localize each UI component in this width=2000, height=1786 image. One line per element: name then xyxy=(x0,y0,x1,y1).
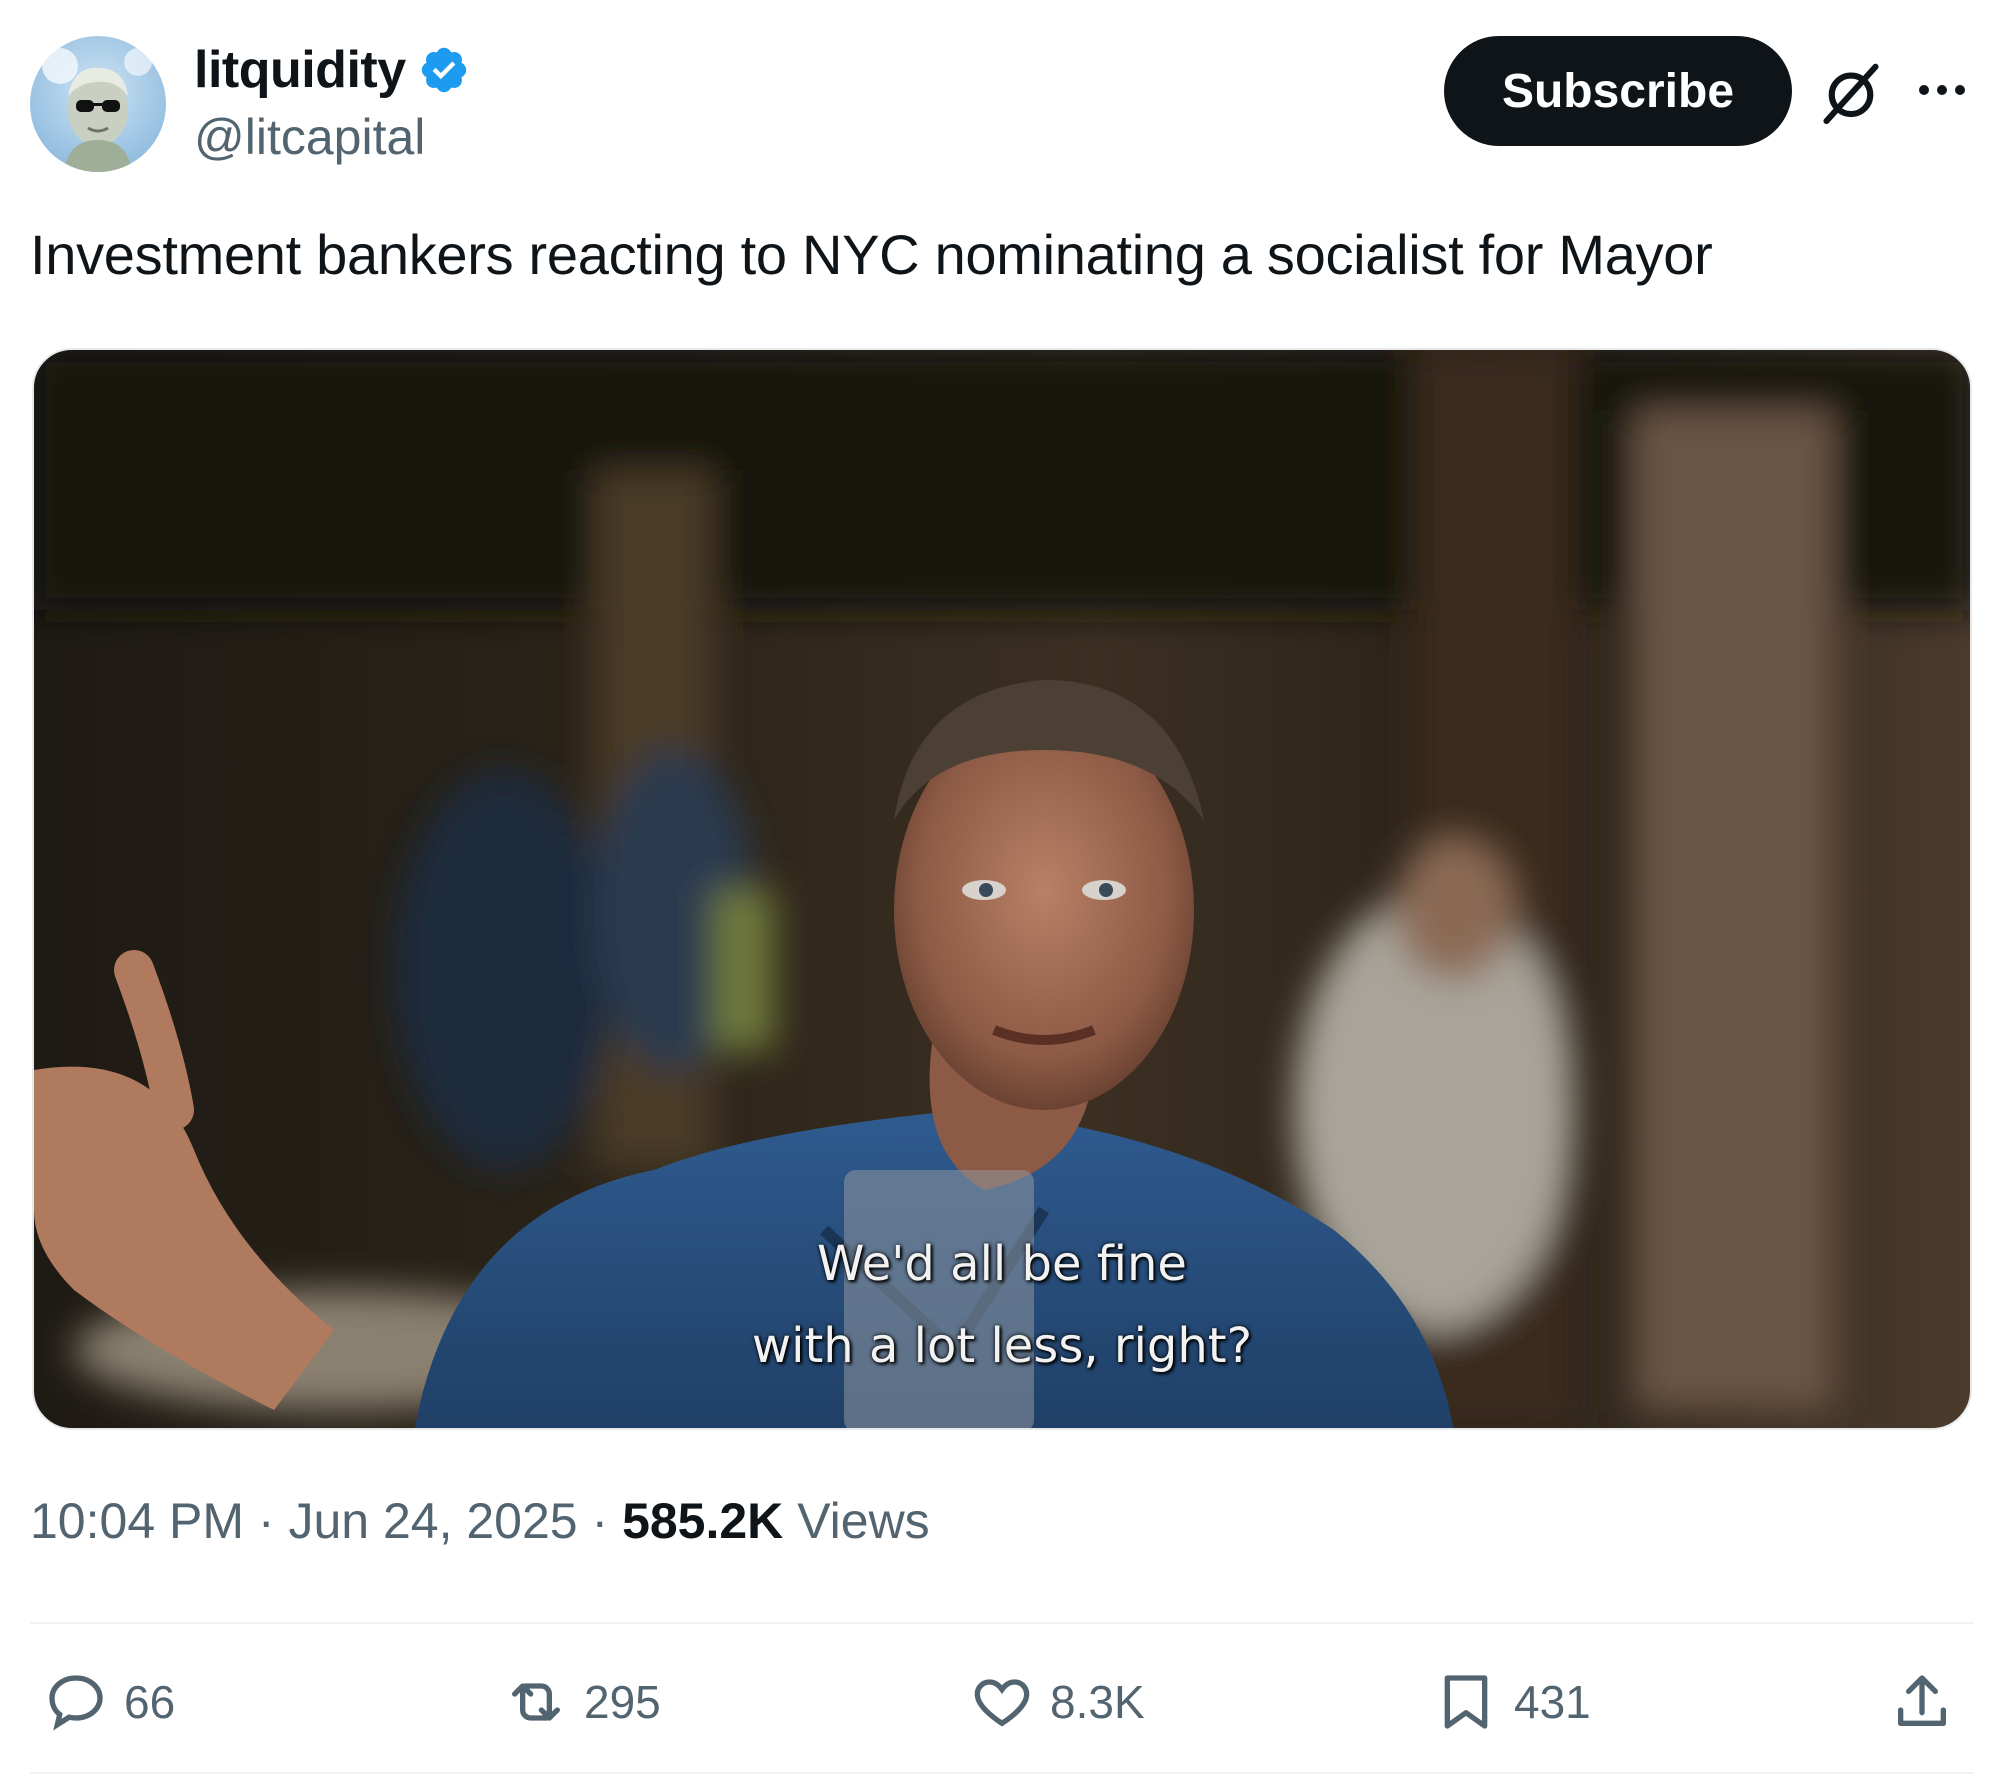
meta-separator: · xyxy=(257,1493,289,1549)
repost-button[interactable]: 295 xyxy=(504,1652,661,1752)
bookmark-count: 431 xyxy=(1514,1676,1591,1728)
divider xyxy=(30,1772,1974,1774)
author-name-row[interactable]: litquidity xyxy=(194,40,470,100)
tweet-media[interactable]: We'd all be fine with a lot less, right? xyxy=(32,348,1972,1430)
meta-separator: · xyxy=(591,1493,623,1549)
tweet-meta: 10:04 PM · Jun 24, 2025 · 585.2K Views xyxy=(30,1492,930,1550)
media-subtitle-line2: with a lot less, right? xyxy=(751,1318,1253,1374)
like-count: 8.3K xyxy=(1050,1676,1145,1728)
avatar[interactable] xyxy=(30,36,166,172)
share-button[interactable] xyxy=(1890,1652,1970,1752)
more-icon[interactable] xyxy=(1912,70,1972,110)
subscribe-button[interactable]: Subscribe xyxy=(1444,36,1792,146)
like-icon xyxy=(974,1679,1030,1727)
views-label: Views xyxy=(797,1493,930,1549)
grok-icon[interactable] xyxy=(1816,58,1886,128)
bookmark-button[interactable]: 431 xyxy=(1434,1652,1591,1752)
tweet-date[interactable]: Jun 24, 2025 xyxy=(288,1493,577,1549)
like-button[interactable]: 8.3K xyxy=(970,1652,1145,1752)
tweet-time[interactable]: 10:04 PM xyxy=(30,1493,244,1549)
author-handle[interactable]: @litcapital xyxy=(194,108,425,166)
repost-icon xyxy=(511,1683,560,1721)
media-subtitle-line1: We'd all be fine xyxy=(817,1236,1187,1292)
author-display-name[interactable]: litquidity xyxy=(194,40,406,100)
reply-count: 66 xyxy=(124,1676,176,1728)
reply-button[interactable]: 66 xyxy=(44,1652,175,1752)
reply-icon xyxy=(49,1675,103,1731)
tweet-actions: 66 295 8.3K 431 xyxy=(0,1652,2000,1752)
bookmark-icon xyxy=(1444,1675,1488,1729)
share-icon xyxy=(1898,1675,1946,1726)
tweet-text: Investment bankers reacting to NYC nomin… xyxy=(30,223,1713,286)
avatar-image xyxy=(42,48,152,172)
verified-badge-icon xyxy=(421,47,466,93)
views-count: 585.2K xyxy=(622,1493,784,1549)
divider xyxy=(30,1622,1974,1624)
repost-count: 295 xyxy=(584,1676,661,1728)
